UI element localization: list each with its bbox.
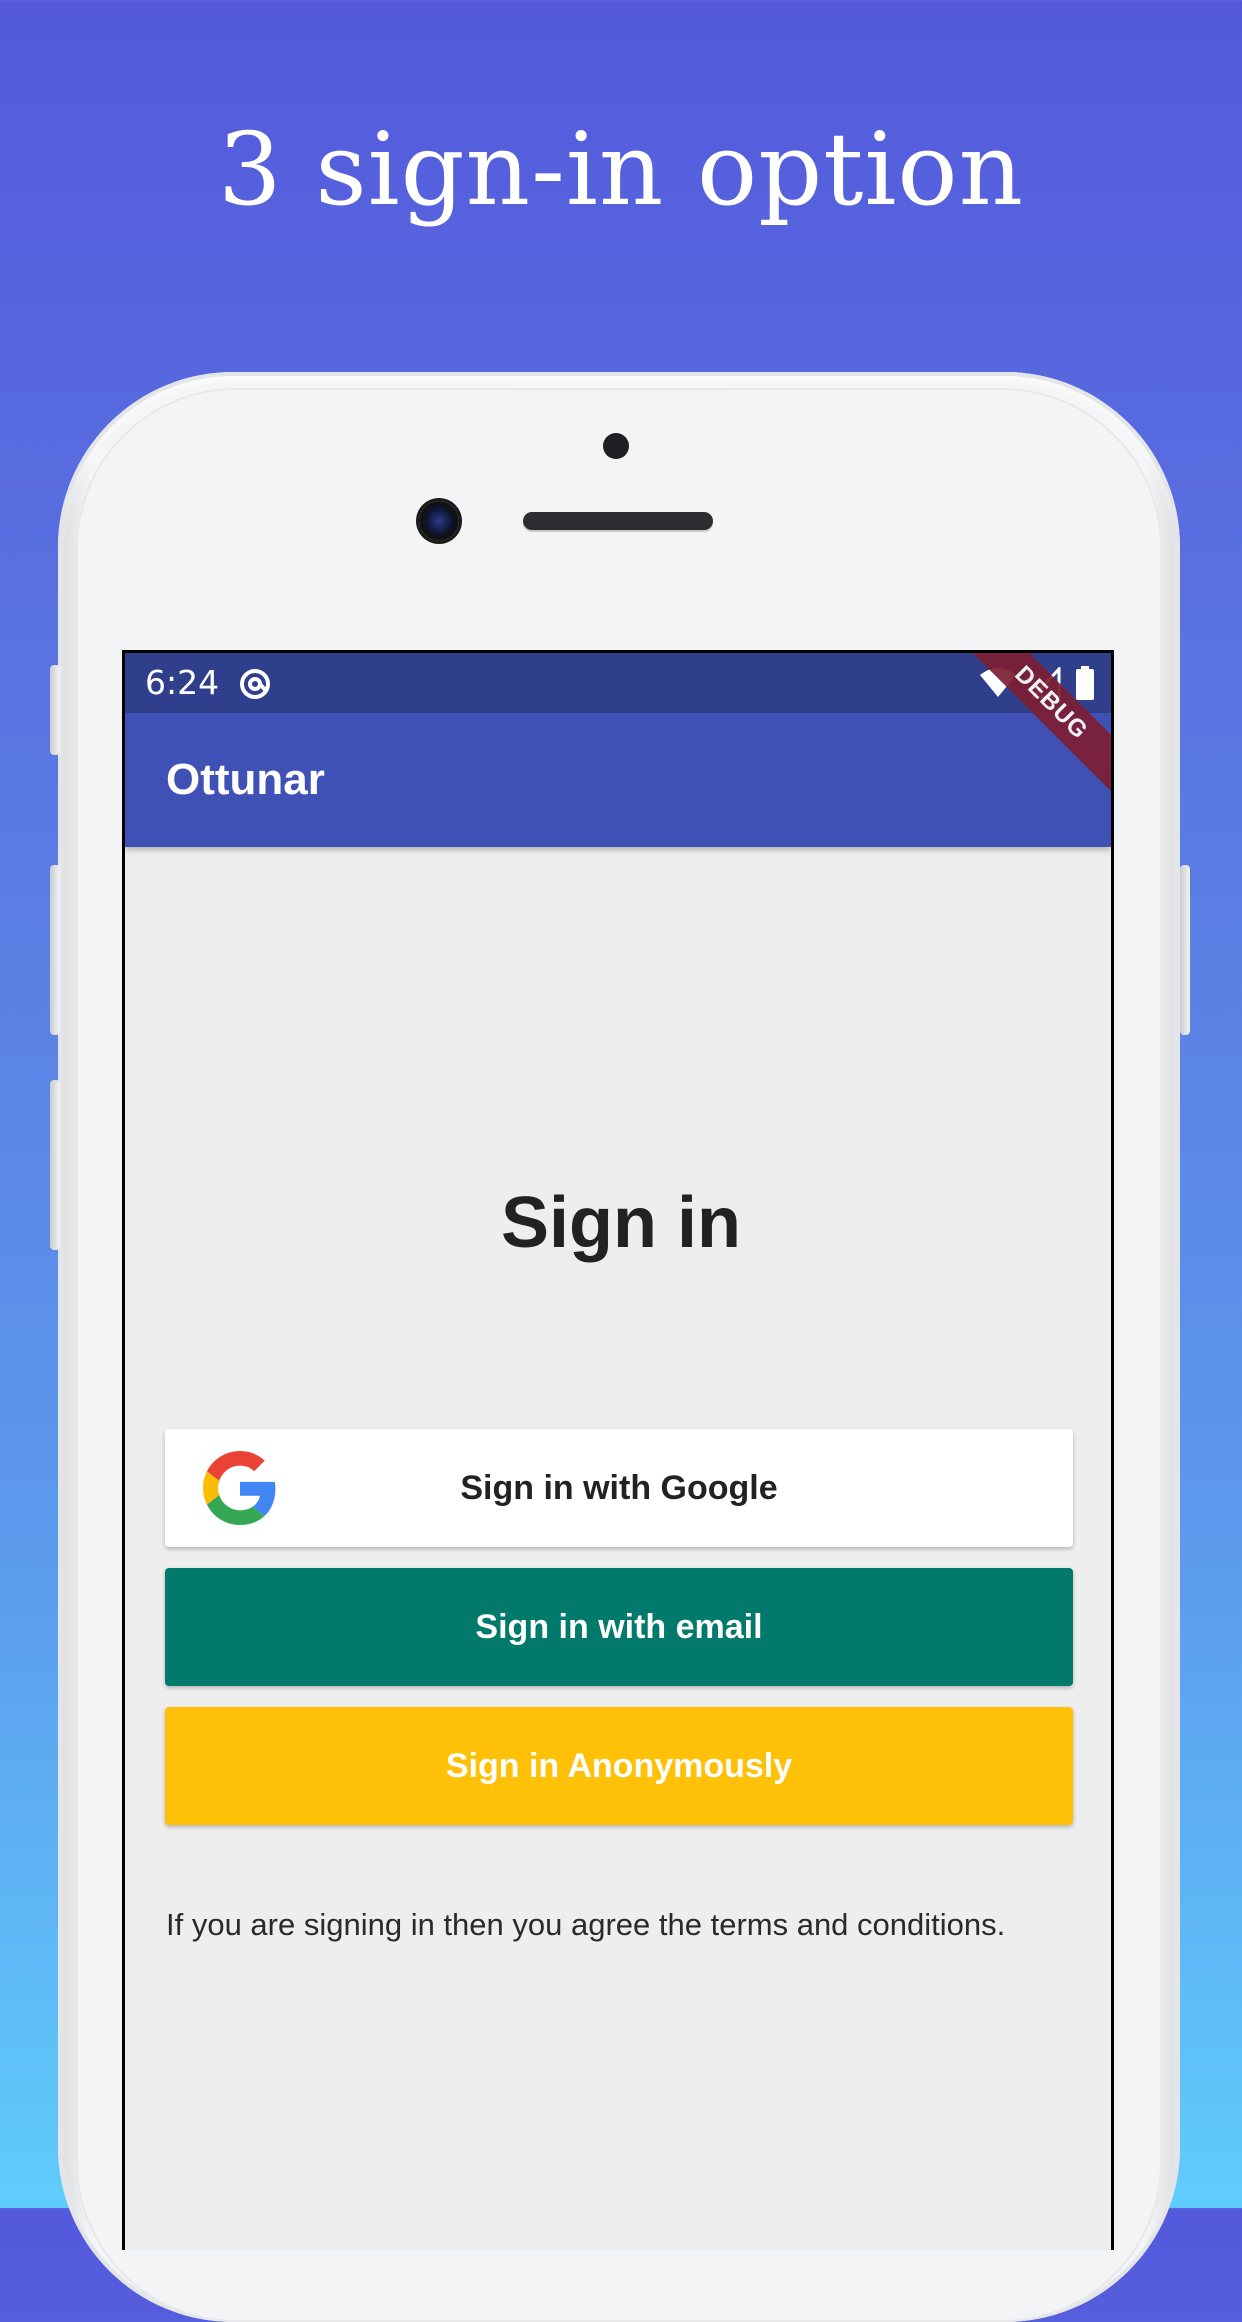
google-logo-icon	[203, 1451, 276, 1525]
status-bar: 6:24	[125, 653, 1111, 713]
app-bar: Ottunar	[125, 713, 1111, 847]
email-button-label: Sign in with email	[475, 1607, 763, 1646]
app-title: Ottunar	[166, 755, 325, 804]
sign-in-with-email-button[interactable]: Sign in with email	[165, 1568, 1073, 1686]
sign-in-anonymously-button[interactable]: Sign in Anonymously	[165, 1707, 1073, 1825]
anonymous-button-label: Sign in Anonymously	[445, 1746, 793, 1785]
battery-icon	[1076, 666, 1094, 700]
headline: 3 sign-in option	[217, 111, 1025, 228]
proximity-sensor	[603, 433, 629, 459]
phone-power-button	[1180, 865, 1190, 1035]
phone-screen: 6:24 Ottunar DEBUG Sign in with Google S…	[122, 650, 1114, 2250]
app-screen: 6:24 Ottunar DEBUG Sign in with Google S…	[125, 653, 1111, 2250]
phone-mute-switch	[50, 665, 60, 755]
phone-volume-up-button	[50, 865, 60, 1035]
sign-in-with-google-button[interactable]: Sign in with Google	[165, 1429, 1073, 1547]
google-button-label: Sign in with Google	[460, 1468, 778, 1507]
status-time: 6:24	[145, 663, 220, 702]
at-sign-icon	[240, 669, 270, 699]
page-title: Sign in	[501, 1183, 741, 1263]
terms-text: If you are signing in then you agree the…	[166, 1907, 1006, 1942]
front-camera	[419, 501, 459, 541]
earpiece-speaker	[523, 512, 713, 530]
